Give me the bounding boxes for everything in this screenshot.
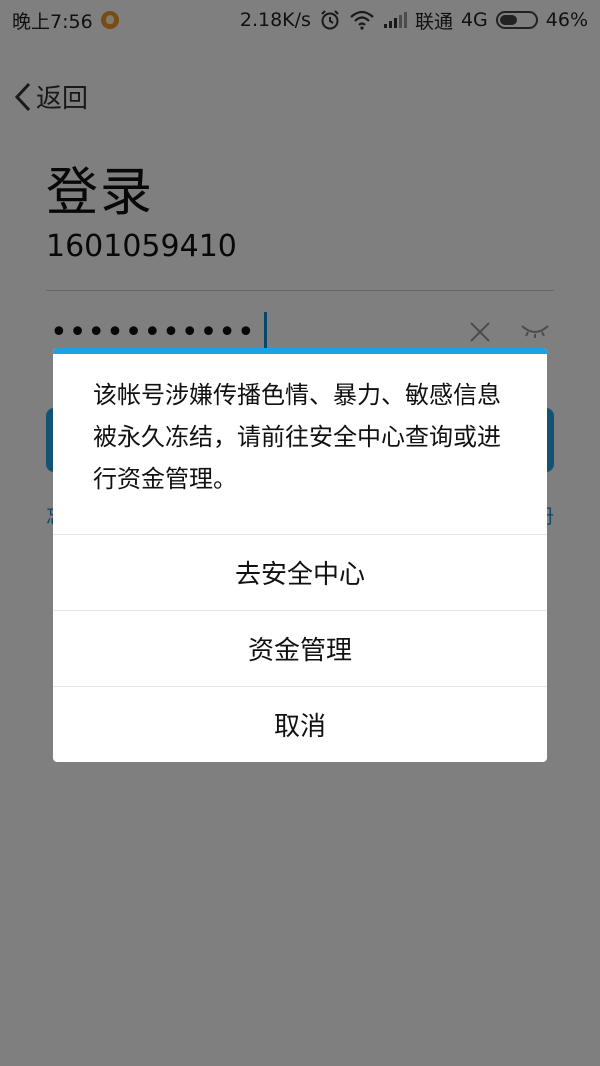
dialog-message: 该帐号涉嫌传播色情、暴力、敏感信息被永久冻结，请前往安全中心查询或进行资金管理。	[93, 381, 501, 493]
account-frozen-dialog: 该帐号涉嫌传播色情、暴力、敏感信息被永久冻结，请前往安全中心查询或进行资金管理。…	[53, 348, 547, 762]
fund-management-button[interactable]: 资金管理	[53, 610, 547, 686]
cancel-button[interactable]: 取消	[53, 686, 547, 762]
go-to-security-center-button[interactable]: 去安全中心	[53, 534, 547, 610]
